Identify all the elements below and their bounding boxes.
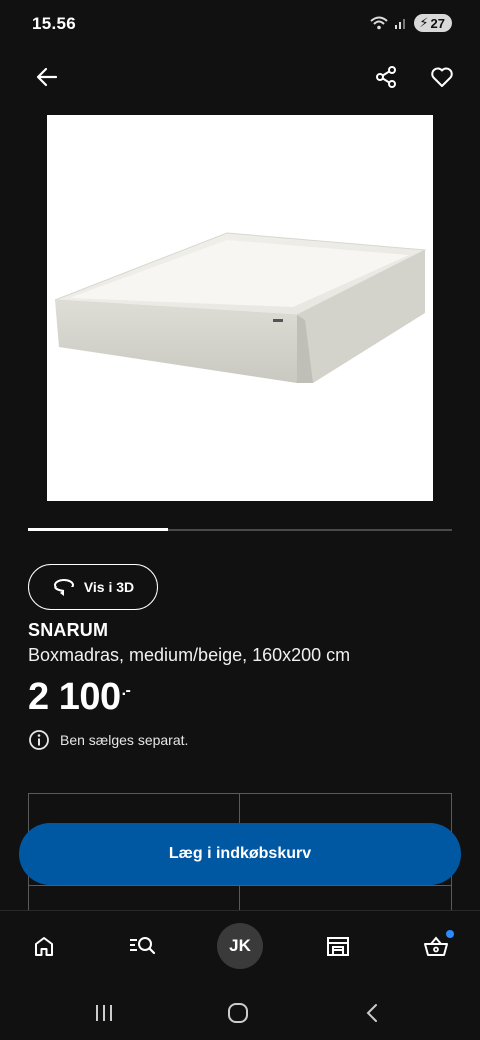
nav-basket[interactable]	[412, 922, 460, 970]
status-time: 15.56	[32, 14, 77, 33]
signal-icon	[395, 19, 406, 29]
recent-apps-button[interactable]	[84, 996, 124, 1030]
favourite-button[interactable]	[422, 57, 462, 97]
recents-icon	[96, 1005, 112, 1021]
product-name: SNARUM	[28, 620, 109, 640]
back-system-button[interactable]	[352, 996, 392, 1030]
add-to-cart-label: Læg i indkøbskurv	[168, 845, 312, 862]
view-3d-label: Vis i 3D	[83, 579, 135, 595]
nav-search[interactable]	[118, 922, 166, 970]
add-to-cart-button[interactable]: Læg i indkøbskurv	[19, 823, 461, 885]
product-image[interactable]	[47, 115, 433, 501]
heart-icon	[431, 67, 453, 87]
battery-indicator: ⚡ 27	[414, 14, 452, 32]
price-value: 2 100	[28, 676, 121, 718]
home-system-button[interactable]	[218, 996, 258, 1030]
battery-level: 27	[430, 15, 445, 31]
product-price: 2 100 .-	[28, 676, 131, 719]
price-suffix: .-	[121, 682, 131, 699]
info-icon	[29, 730, 49, 750]
mattress-illustration	[54, 232, 427, 383]
home-circle-icon	[228, 1003, 248, 1023]
share-button[interactable]	[366, 57, 406, 97]
grid-divider	[28, 885, 452, 886]
chevron-left-icon	[366, 1004, 377, 1022]
store-icon	[327, 937, 349, 956]
carousel-progress	[28, 528, 168, 531]
availability-info: Ben sælges separat.	[28, 729, 188, 751]
search-icon	[130, 937, 156, 955]
info-text: Ben sælges separat.	[60, 732, 189, 748]
wifi-icon	[370, 16, 389, 30]
arrow-left-icon	[36, 67, 58, 87]
notification-dot	[446, 930, 454, 938]
view-3d-button[interactable]: Vis i 3D	[28, 564, 158, 610]
nav-stores[interactable]	[314, 922, 362, 970]
home-icon	[35, 937, 53, 956]
status-icons: ⚡ 27	[370, 14, 452, 32]
rotate-3d-icon	[53, 579, 74, 596]
nav-profile[interactable]: JK	[216, 922, 264, 970]
avatar: JK	[217, 923, 263, 969]
back-button[interactable]	[27, 57, 67, 97]
product-description: Boxmadras, medium/beige, 160x200 cm	[28, 645, 351, 665]
share-icon	[376, 66, 396, 88]
basket-icon	[424, 936, 448, 956]
battery-bolt-icon: ⚡	[419, 15, 429, 30]
nav-home[interactable]	[20, 922, 68, 970]
